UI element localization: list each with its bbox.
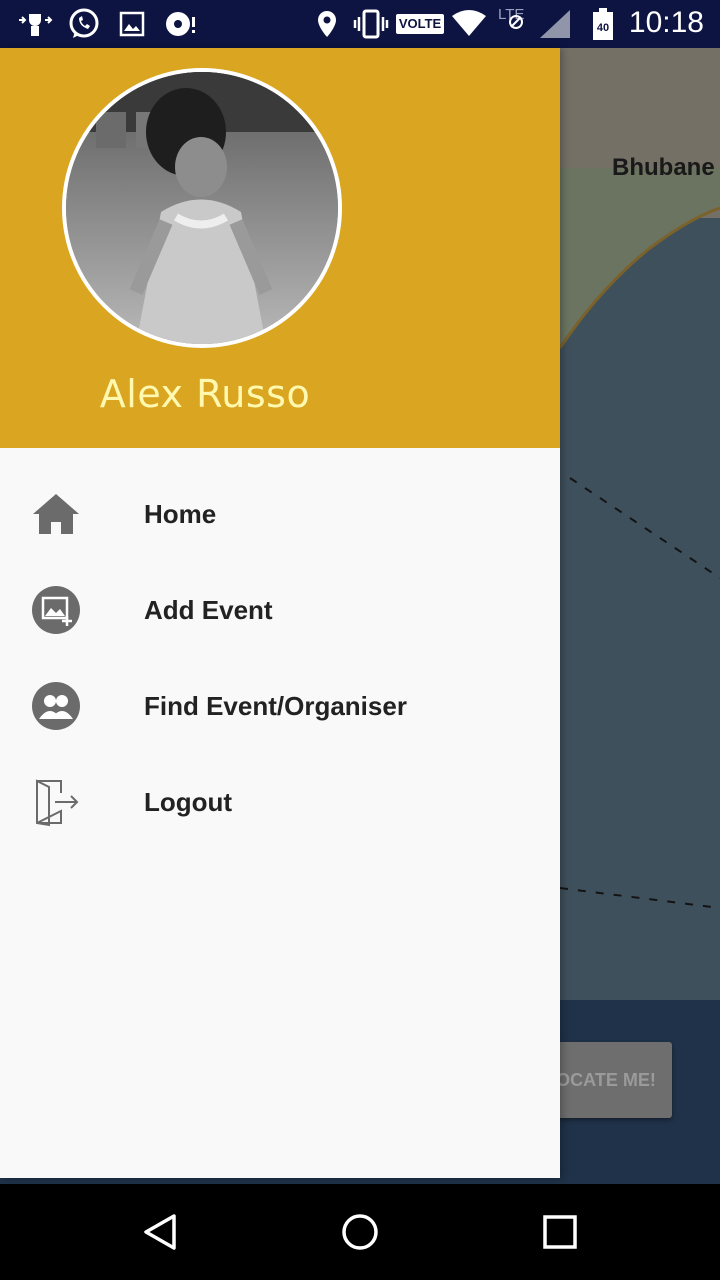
- menu-label-find-event: Find Event/Organiser: [144, 690, 407, 721]
- avatar-photo: [66, 72, 338, 344]
- media-icon: [162, 8, 198, 40]
- battery-label: 40: [597, 22, 609, 34]
- battery-icon: 40: [590, 8, 616, 40]
- recents-icon[interactable]: [540, 1212, 580, 1252]
- drawer-menu: Home Add Event Find Event/Organiser Logo…: [0, 466, 560, 850]
- people-icon: [30, 680, 82, 732]
- menu-label-add-event: Add Event: [144, 594, 273, 625]
- navigation-drawer: Alex Russo Home Add Event Find Event/Org…: [0, 48, 560, 1178]
- avatar[interactable]: [62, 68, 342, 348]
- menu-label-home: Home: [144, 498, 217, 529]
- whatsapp-icon: [66, 8, 102, 40]
- menu-label-logout: Logout: [144, 786, 233, 817]
- home-circle-icon[interactable]: [340, 1212, 380, 1252]
- user-name: Alex Russo: [99, 372, 311, 416]
- gallery-icon: [118, 8, 146, 40]
- navigation-bar: [0, 1184, 720, 1280]
- home-icon: [30, 488, 82, 540]
- status-time: 10:18: [628, 6, 704, 39]
- back-icon[interactable]: [140, 1212, 180, 1252]
- menu-item-home[interactable]: Home: [0, 466, 560, 562]
- status-bar: VOLTE LTE 40 10:18: [0, 0, 720, 48]
- add-image-icon: [30, 584, 82, 636]
- menu-item-add-event[interactable]: Add Event: [0, 562, 560, 658]
- vibrate-icon: [352, 8, 390, 40]
- location-icon: [316, 8, 338, 40]
- drawer-header: Alex Russo: [0, 48, 560, 448]
- wifi-icon: [450, 8, 488, 40]
- logout-icon: [30, 776, 82, 828]
- menu-item-logout[interactable]: Logout: [0, 754, 560, 850]
- missed-call-icon: [16, 8, 54, 40]
- volte-badge: VOLTE: [396, 14, 444, 34]
- menu-item-find-event[interactable]: Find Event/Organiser: [0, 658, 560, 754]
- signal-icon: [500, 8, 572, 40]
